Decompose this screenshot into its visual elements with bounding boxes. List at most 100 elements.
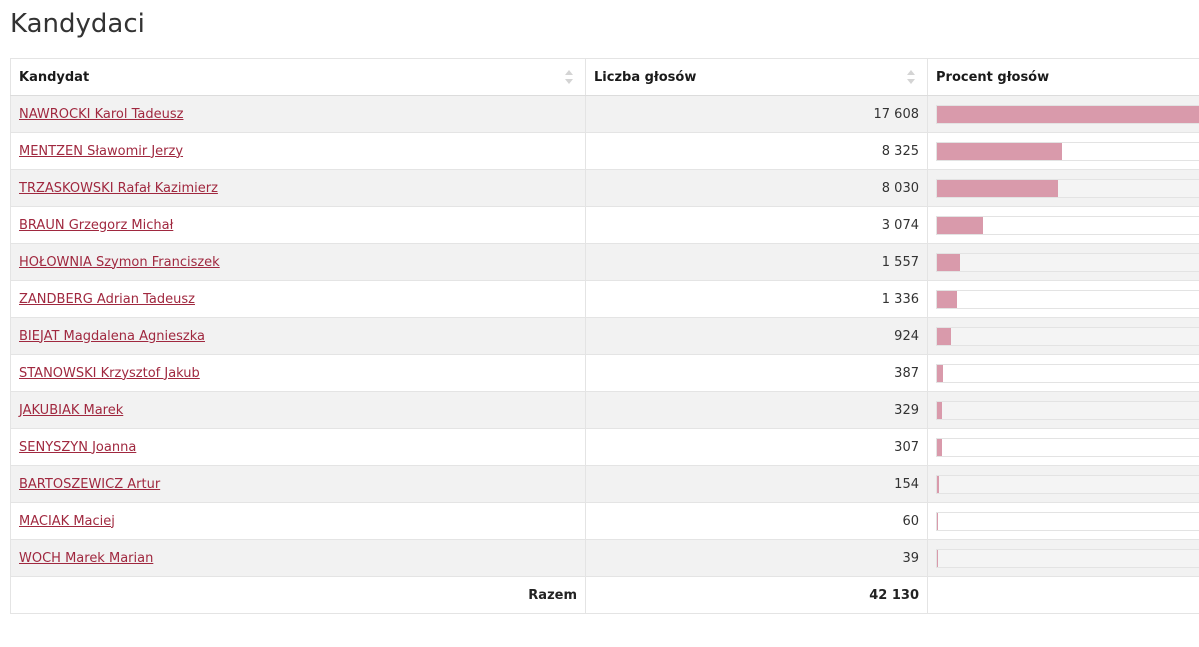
table-row: BARTOSZEWICZ Artur 154: [10, 465, 1199, 503]
percent-bar-fill: [937, 327, 951, 345]
percent-bar-fill: [937, 142, 1063, 160]
percent-bar-track: [936, 141, 1199, 161]
table-header-row: Kandydat Liczba głosów Procent głosów: [10, 58, 1199, 96]
candidate-cell: BRAUN Grzegorz Michał: [10, 206, 586, 244]
percent-cell: [927, 539, 1199, 577]
percent-cell: [927, 169, 1199, 207]
percent-bar-fill: [937, 549, 938, 567]
candidate-link[interactable]: HOŁOWNIA Szymon Franciszek: [19, 255, 220, 270]
page: Kandydaci Kandydat Liczba głosów Procent…: [0, 0, 1199, 647]
votes-cell: 924: [585, 317, 928, 355]
table-row: SENYSZYN Joanna 307: [10, 428, 1199, 466]
percent-bar-track: [936, 326, 1199, 346]
percent-bar-track: [936, 474, 1199, 494]
percent-bar-fill: [937, 438, 942, 456]
percent-bar-track: [936, 289, 1199, 309]
percent-cell: [927, 95, 1199, 133]
candidate-link[interactable]: SENYSZYN Joanna: [19, 440, 136, 455]
table-row: ZANDBERG Adrian Tadeusz 1 336: [10, 280, 1199, 318]
percent-bar-fill: [937, 401, 942, 419]
total-label: Razem: [10, 576, 586, 614]
table-row: BIEJAT Magdalena Agnieszka 924: [10, 317, 1199, 355]
percent-bar-fill: [937, 216, 984, 234]
candidate-cell: JAKUBIAK Marek: [10, 391, 586, 429]
votes-cell: 39: [585, 539, 928, 577]
table-row: STANOWSKI Krzysztof Jakub 387: [10, 354, 1199, 392]
table-row: NAWROCKI Karol Tadeusz 17 608: [10, 95, 1199, 133]
percent-bar-track: [936, 363, 1199, 383]
percent-bar-track: [936, 178, 1199, 198]
table-body: NAWROCKI Karol Tadeusz 17 608 MENTZEN Sław…: [10, 95, 1199, 577]
candidate-cell: STANOWSKI Krzysztof Jakub: [10, 354, 586, 392]
table-row: HOŁOWNIA Szymon Franciszek 1 557: [10, 243, 1199, 281]
percent-bar-fill: [937, 253, 961, 271]
percent-bar-track: [936, 104, 1199, 124]
candidate-cell: NAWROCKI Karol Tadeusz: [10, 95, 586, 133]
page-title: Kandydaci: [10, 9, 145, 39]
candidate-cell: MACIAK Maciej: [10, 502, 586, 540]
percent-bar-track: [936, 252, 1199, 272]
percent-bar-track: [936, 511, 1199, 531]
votes-cell: 387: [585, 354, 928, 392]
column-header-percent: Procent głosów: [927, 58, 1199, 96]
table-row: TRZASKOWSKI Rafał Kazimierz 8 030: [10, 169, 1199, 207]
percent-bar-fill: [937, 290, 958, 308]
candidate-link[interactable]: MACIAK Maciej: [19, 514, 115, 529]
percent-bar-fill: [937, 105, 1199, 123]
column-header-percent-label: Procent głosów: [936, 69, 1050, 85]
candidates-table: Kandydat Liczba głosów Procent głosów NA…: [10, 58, 1199, 614]
percent-cell: [927, 280, 1199, 318]
votes-cell: 60: [585, 502, 928, 540]
candidate-link[interactable]: MENTZEN Sławomir Jerzy: [19, 144, 183, 159]
candidate-link[interactable]: BIEJAT Magdalena Agnieszka: [19, 329, 205, 344]
candidate-link[interactable]: BRAUN Grzegorz Michał: [19, 218, 173, 233]
votes-cell: 1 336: [585, 280, 928, 318]
percent-cell: [927, 354, 1199, 392]
table-row: MACIAK Maciej 60: [10, 502, 1199, 540]
candidate-link[interactable]: JAKUBIAK Marek: [19, 403, 123, 418]
candidate-cell: ZANDBERG Adrian Tadeusz: [10, 280, 586, 318]
percent-bar-track: [936, 400, 1199, 420]
candidate-cell: MENTZEN Sławomir Jerzy: [10, 132, 586, 170]
percent-bar-track: [936, 215, 1199, 235]
percent-cell: [927, 206, 1199, 244]
percent-cell: [927, 243, 1199, 281]
votes-cell: 8 325: [585, 132, 928, 170]
candidate-link[interactable]: WOCH Marek Marian: [19, 551, 153, 566]
candidate-link[interactable]: ZANDBERG Adrian Tadeusz: [19, 292, 195, 307]
candidate-link[interactable]: NAWROCKI Karol Tadeusz: [19, 107, 183, 122]
votes-cell: 3 074: [585, 206, 928, 244]
column-header-candidate-label: Kandydat: [19, 69, 90, 85]
column-header-candidate[interactable]: Kandydat: [10, 58, 586, 96]
percent-cell: [927, 428, 1199, 466]
votes-cell: 329: [585, 391, 928, 429]
candidate-cell: TRZASKOWSKI Rafał Kazimierz: [10, 169, 586, 207]
percent-cell: [927, 132, 1199, 170]
percent-bar-track: [936, 548, 1199, 568]
table-row: JAKUBIAK Marek 329: [10, 391, 1199, 429]
percent-bar-track: [936, 437, 1199, 457]
percent-cell: [927, 391, 1199, 429]
percent-cell: [927, 502, 1199, 540]
percent-bar-fill: [937, 475, 940, 493]
total-percent-cell: [927, 576, 1199, 614]
votes-cell: 17 608: [585, 95, 928, 133]
table-row: BRAUN Grzegorz Michał 3 074: [10, 206, 1199, 244]
votes-cell: 1 557: [585, 243, 928, 281]
table-row: MENTZEN Sławomir Jerzy 8 325: [10, 132, 1199, 170]
candidate-link[interactable]: BARTOSZEWICZ Artur: [19, 477, 160, 492]
percent-cell: [927, 465, 1199, 503]
candidate-link[interactable]: STANOWSKI Krzysztof Jakub: [19, 366, 200, 381]
column-header-votes[interactable]: Liczba głosów: [585, 58, 928, 96]
sort-icon[interactable]: [907, 70, 915, 84]
candidate-link[interactable]: TRZASKOWSKI Rafał Kazimierz: [19, 181, 218, 196]
candidate-cell: BARTOSZEWICZ Artur: [10, 465, 586, 503]
votes-cell: 154: [585, 465, 928, 503]
sort-icon[interactable]: [565, 70, 573, 84]
total-votes: 42 130: [585, 576, 928, 614]
table-footer-row: Razem 42 130: [10, 576, 1199, 614]
percent-bar-fill: [937, 512, 938, 530]
candidate-cell: HOŁOWNIA Szymon Franciszek: [10, 243, 586, 281]
column-header-votes-label: Liczba głosów: [594, 69, 697, 85]
percent-bar-fill: [937, 179, 1058, 197]
